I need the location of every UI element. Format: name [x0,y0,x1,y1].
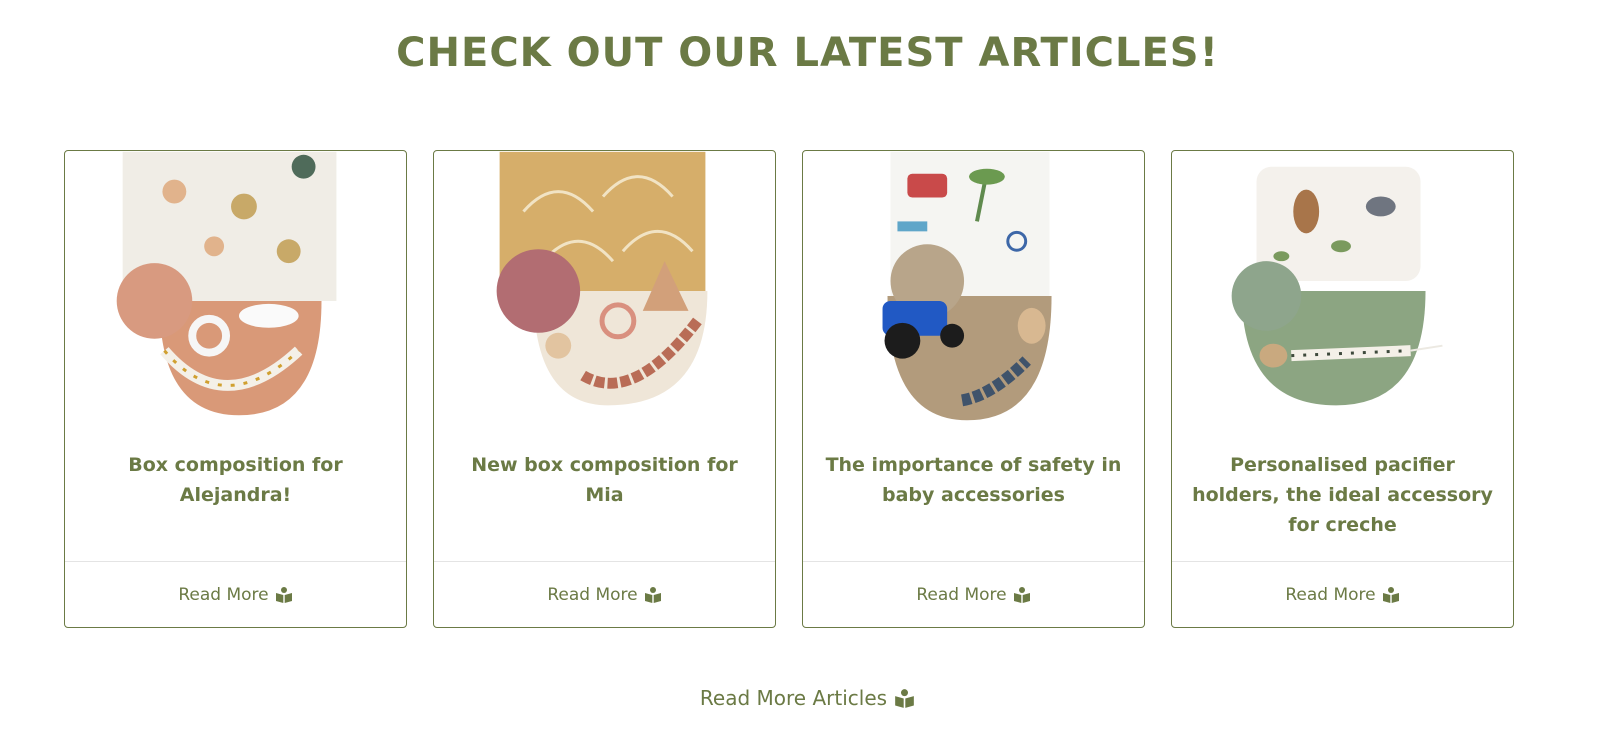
book-reader-icon [894,688,915,708]
read-more-label: Read More [547,584,638,605]
article-image[interactable] [1172,151,1513,431]
articles-grid: Box composition for Alejandra! Read More [64,150,1551,628]
book-reader-icon [1013,586,1031,603]
article-card[interactable]: Box composition for Alejandra! Read More [64,150,407,628]
article-image[interactable] [803,151,1144,431]
read-more-link[interactable]: Read More [803,561,1144,627]
read-more-link[interactable]: Read More [65,561,406,627]
book-reader-icon [644,586,662,603]
article-card[interactable]: New box composition for Mia Read More [433,150,776,628]
article-title[interactable]: Box composition for Alejandra! [85,450,386,510]
article-title[interactable]: The importance of safety in baby accesso… [823,450,1124,510]
read-more-link[interactable]: Read More [434,561,775,627]
article-card[interactable]: Personalised pacifier holders, the ideal… [1171,150,1514,628]
book-reader-icon [1382,586,1400,603]
article-title[interactable]: New box composition for Mia [454,450,755,510]
article-title[interactable]: Personalised pacifier holders, the ideal… [1192,450,1493,540]
read-more-articles-label: Read More Articles [699,686,888,710]
read-more-articles-link[interactable]: Read More Articles [0,686,1615,710]
read-more-label: Read More [178,584,269,605]
article-image[interactable] [434,151,775,431]
read-more-link[interactable]: Read More [1172,561,1513,627]
section-title: CHECK OUT OUR LATEST ARTICLES! [396,30,1219,76]
book-reader-icon [275,586,293,603]
article-image[interactable] [65,151,406,431]
article-card[interactable]: The importance of safety in baby accesso… [802,150,1145,628]
read-more-label: Read More [1285,584,1376,605]
read-more-label: Read More [916,584,1007,605]
